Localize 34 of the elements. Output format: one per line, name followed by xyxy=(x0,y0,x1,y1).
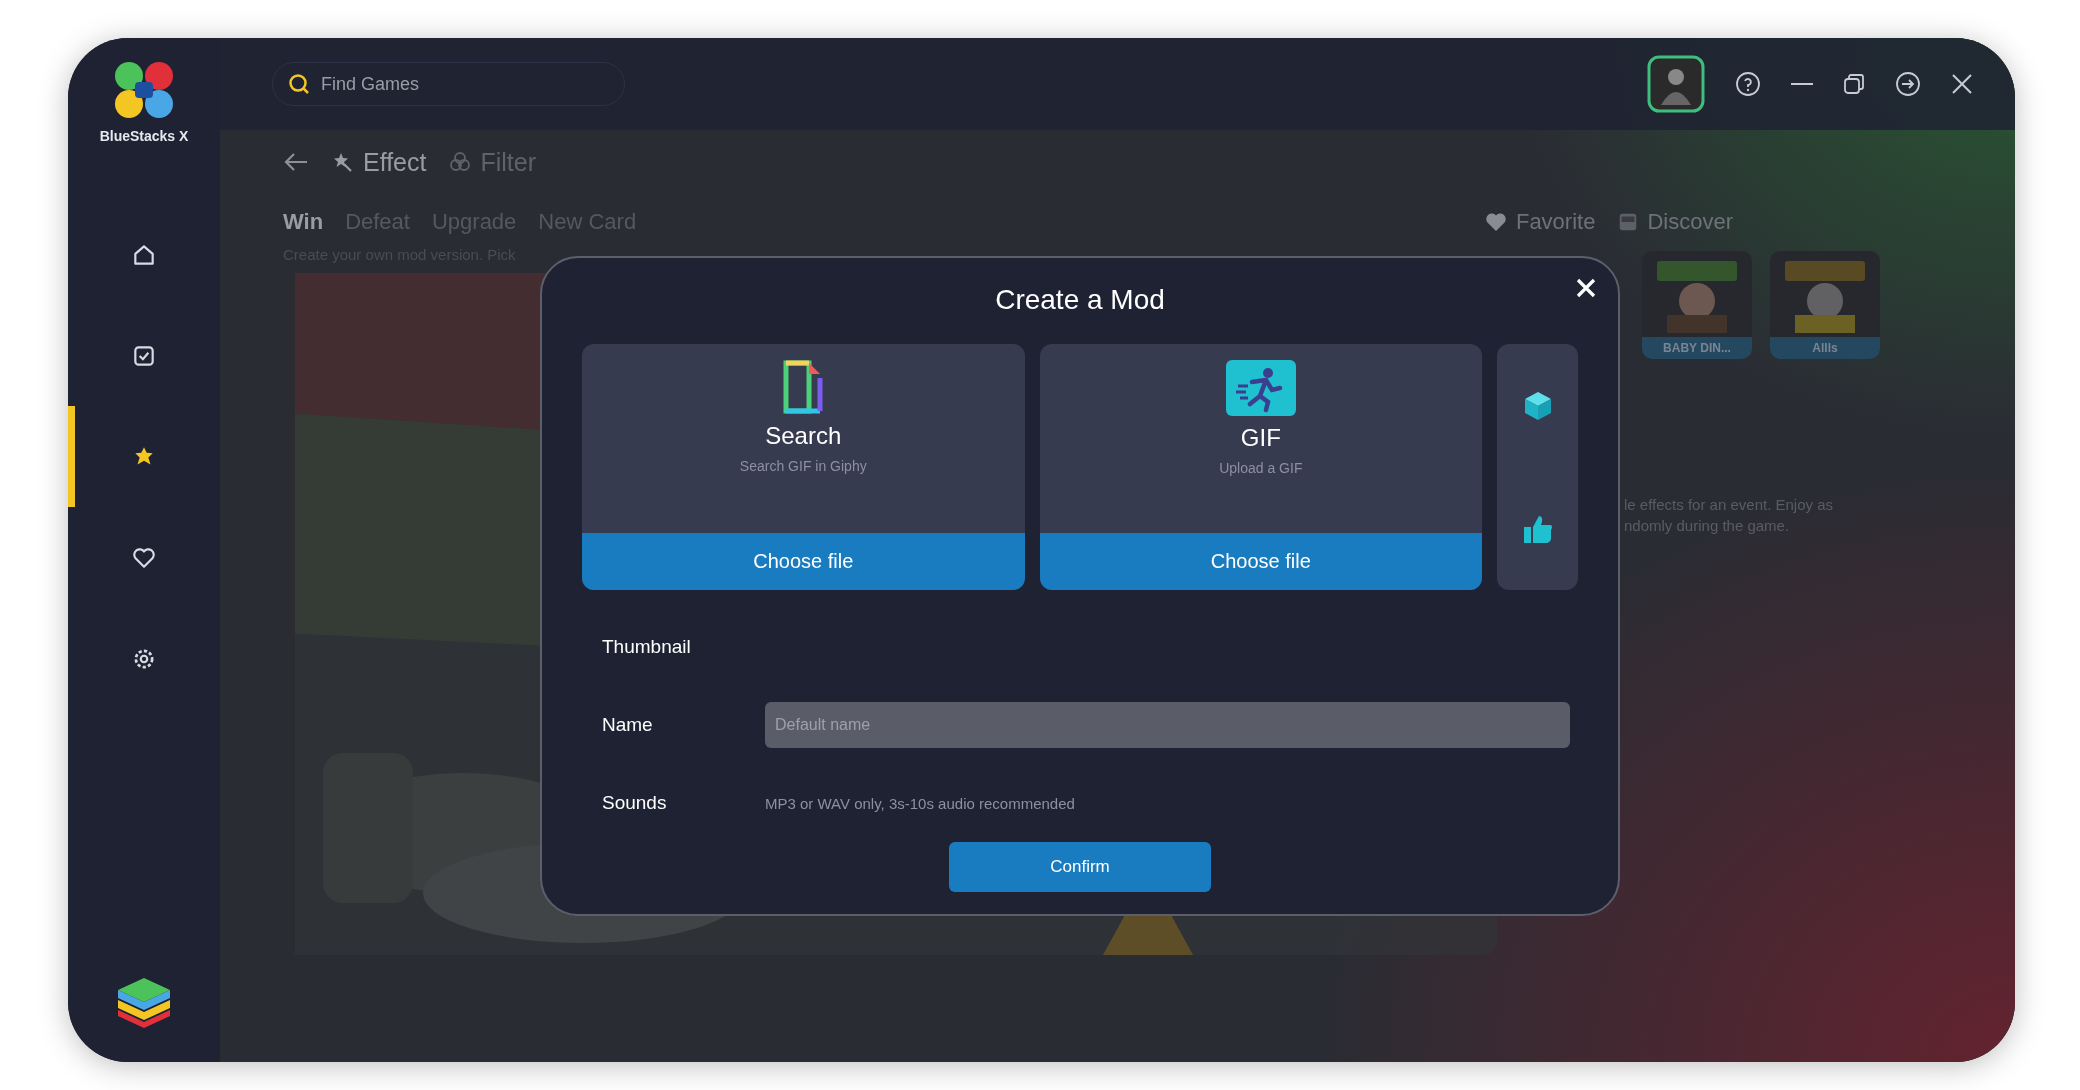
minimize-icon[interactable] xyxy=(1791,82,1813,86)
avatar-icon[interactable] xyxy=(1647,55,1705,113)
restore-icon[interactable] xyxy=(1843,73,1865,95)
confirm-button[interactable]: Confirm xyxy=(949,842,1211,892)
close-icon[interactable] xyxy=(1951,73,1973,95)
mode-tab[interactable]: Effect xyxy=(331,147,427,177)
mode-tab[interactable]: Filter xyxy=(448,147,537,177)
search-input[interactable]: Find Games xyxy=(319,72,610,96)
name-field[interactable]: Default name xyxy=(765,702,1570,748)
file-icon xyxy=(783,360,824,414)
mod-thumbnail[interactable]: Allls xyxy=(1770,251,1880,359)
field-label: Sounds xyxy=(602,792,668,814)
nav-link[interactable]: Favorite xyxy=(1483,209,1596,235)
hint-text: MP3 or WAV only, 3s-10s audio recommended xyxy=(765,794,1075,812)
dialog-title: Create a Mod xyxy=(994,284,1166,317)
runner-icon xyxy=(1225,360,1296,416)
card-subtitle: Search GIF in Giphy xyxy=(739,458,867,474)
app-name: BlueStacks X xyxy=(99,128,189,144)
card-subtitle: Upload a GIF xyxy=(1219,460,1303,476)
event-tab[interactable]: Win xyxy=(283,209,324,235)
card-title: GIF xyxy=(1240,424,1281,452)
mod-thumbnail[interactable]: BABY DIN... xyxy=(1642,251,1752,359)
search-icon xyxy=(287,72,311,96)
choose-file-button[interactable]: Choose file xyxy=(1039,533,1483,590)
choose-file-button[interactable]: Choose file xyxy=(582,533,1025,590)
back-arrow-icon[interactable] xyxy=(283,151,309,173)
cube-icon[interactable] xyxy=(1522,389,1553,422)
help-icon[interactable] xyxy=(1735,71,1761,97)
field-label: Thumbnail xyxy=(602,636,692,658)
nav-link[interactable]: Discover xyxy=(1617,209,1733,235)
circles-icon xyxy=(448,150,473,174)
field-label: Name xyxy=(602,714,654,736)
card-title: Search xyxy=(765,422,842,450)
exit-icon[interactable] xyxy=(1895,71,1921,97)
